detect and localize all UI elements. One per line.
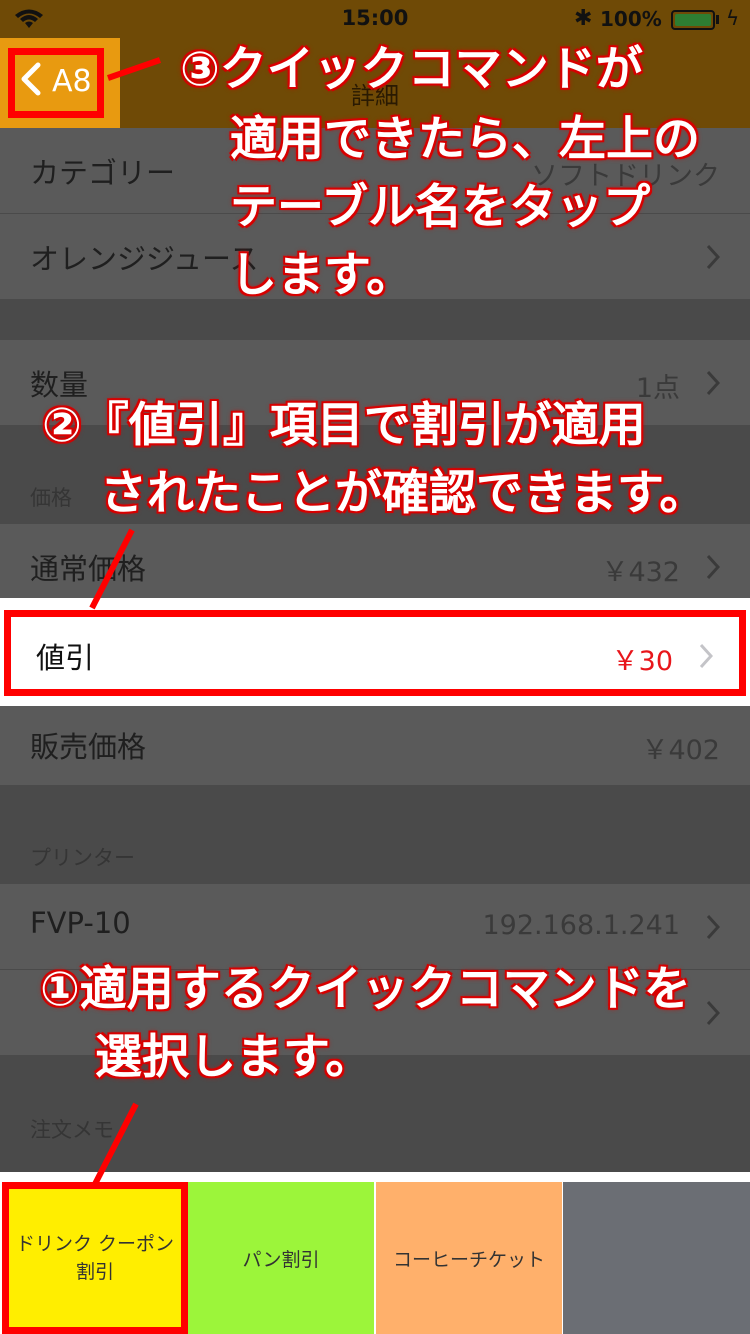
- annotation-step1-line1: ①適用するクイックコマンドを: [40, 962, 691, 1017]
- row-label: オレンジジュース: [30, 242, 259, 276]
- chevron-left-icon: [21, 62, 41, 96]
- quick-command-label: ドリンク クーポン 割引: [16, 1230, 174, 1286]
- bolt-icon: ϟ: [726, 6, 740, 30]
- battery-percent: 100%: [600, 7, 662, 31]
- row-label: カテゴリー: [30, 156, 176, 190]
- chevron-right-icon: [706, 914, 720, 940]
- chevron-right-icon: [706, 1000, 720, 1026]
- section-header: 注文メモ: [30, 1118, 114, 1142]
- chevron-right-icon: [706, 244, 720, 270]
- back-label: A8: [52, 64, 92, 99]
- row-label: FVP-10: [30, 906, 131, 940]
- section-printer: プリンター: [0, 786, 750, 884]
- annotation-step2-line2: されたことが確認できます。: [100, 466, 707, 521]
- annotation-step3-line2: 適用できたら、左上の: [230, 112, 700, 167]
- annotation-step3-line4: します。: [230, 248, 414, 303]
- annotation-step3-line1: ③クイックコマンドが: [180, 42, 643, 97]
- battery-icon: [671, 10, 715, 30]
- quick-command-coffee-ticket[interactable]: コーヒーチケット: [376, 1182, 562, 1334]
- battery-tip: [716, 15, 719, 24]
- chevron-right-icon: [706, 554, 720, 580]
- row-value: ￥30: [611, 646, 673, 677]
- section-header: プリンター: [30, 846, 135, 870]
- row-sale-price[interactable]: 販売価格 ￥402: [0, 706, 750, 786]
- quick-command-bread-discount[interactable]: パン割引: [188, 1182, 374, 1334]
- annotation-step2-line1: ②『値引』項目で割引が適用: [42, 398, 646, 453]
- quick-command-label: パン割引: [242, 1248, 320, 1271]
- quick-command-label-line1: ドリンク クーポン: [15, 1233, 175, 1255]
- chevron-right-icon: [699, 643, 713, 669]
- quick-command-drink-coupon[interactable]: ドリンク クーポン 割引: [2, 1182, 188, 1334]
- bluetooth-icon: ✱: [574, 6, 593, 31]
- chevron-right-icon: [706, 370, 720, 396]
- quick-command-label: コーヒーチケット: [392, 1248, 545, 1271]
- row-discount[interactable]: 値引 ￥30: [4, 610, 746, 696]
- quick-command-label-line2: 割引: [75, 1261, 114, 1283]
- quick-command-empty[interactable]: [563, 1182, 750, 1334]
- row-value: ￥432: [601, 557, 680, 588]
- row-value: ￥402: [641, 735, 720, 766]
- annotation-step3-line3: テーブル名をタップ: [230, 180, 651, 235]
- row-label: 値引: [36, 641, 95, 675]
- row-label: 通常価格: [30, 552, 147, 586]
- annotation-step1-line2: 選択します。: [95, 1030, 373, 1085]
- section-header: 価格: [30, 486, 72, 510]
- row-value: 192.168.1.241: [482, 910, 680, 941]
- row-label: 販売価格: [30, 730, 147, 764]
